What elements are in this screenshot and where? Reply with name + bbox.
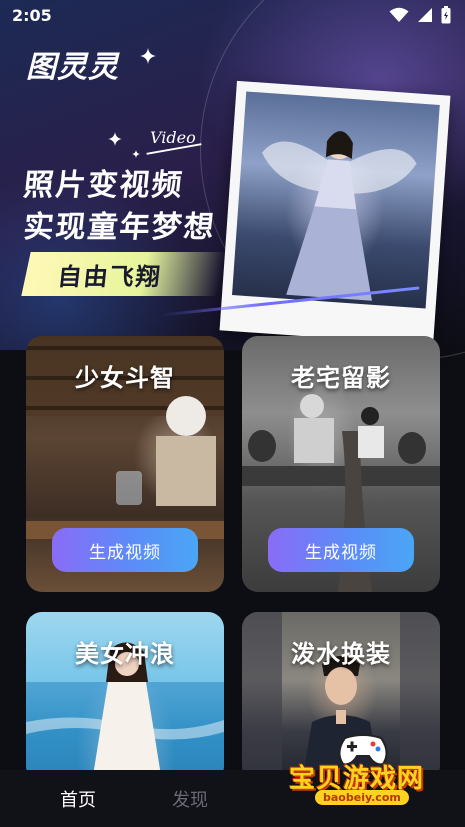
card-title: 老宅留影 <box>291 364 391 392</box>
status-bar: 2:05 <box>0 0 465 30</box>
fairy-illustration <box>262 131 417 301</box>
nav-discover[interactable]: 发现 <box>134 786 246 812</box>
template-card[interactable]: 少女斗智 生成视频 <box>26 336 224 592</box>
sparkle-icon <box>108 132 122 146</box>
hero-tag: 自由飞翔 <box>56 263 164 291</box>
card-title: 美女冲浪 <box>75 640 175 668</box>
generate-video-button[interactable]: 生成视频 <box>268 528 414 572</box>
status-time: 2:05 <box>12 5 52 25</box>
wifi-icon <box>389 7 409 22</box>
nav-home[interactable]: 首页 <box>22 786 134 812</box>
site-watermark: 宝贝游戏网 baobeiy.com <box>285 732 445 808</box>
generate-video-button[interactable]: 生成视频 <box>52 528 198 572</box>
app-logo: 图灵灵 <box>26 50 119 85</box>
watermark-url: baobeiy.com <box>315 790 409 805</box>
card-title: 泼水换装 <box>291 640 391 668</box>
status-icons <box>389 6 451 24</box>
template-card[interactable]: 美女冲浪 <box>26 612 224 782</box>
template-card[interactable]: 老宅留影 生成视频 <box>242 336 440 592</box>
battery-icon <box>441 6 451 24</box>
sparkle-icon <box>132 150 140 158</box>
signal-icon <box>418 8 432 22</box>
hero-headline-line2: 实现童年梦想 <box>21 210 218 245</box>
video-tag: Video <box>150 128 196 147</box>
app-screen: 2:05 图灵灵 Video 照片变视频 实现童年梦想 自由飞翔 少女斗智 生成… <box>0 0 465 827</box>
card-title: 少女斗智 <box>75 364 175 392</box>
hero-headline-line1: 照片变视频 <box>21 168 186 203</box>
fairy-photo <box>232 91 440 309</box>
sparkle-icon <box>140 48 156 64</box>
